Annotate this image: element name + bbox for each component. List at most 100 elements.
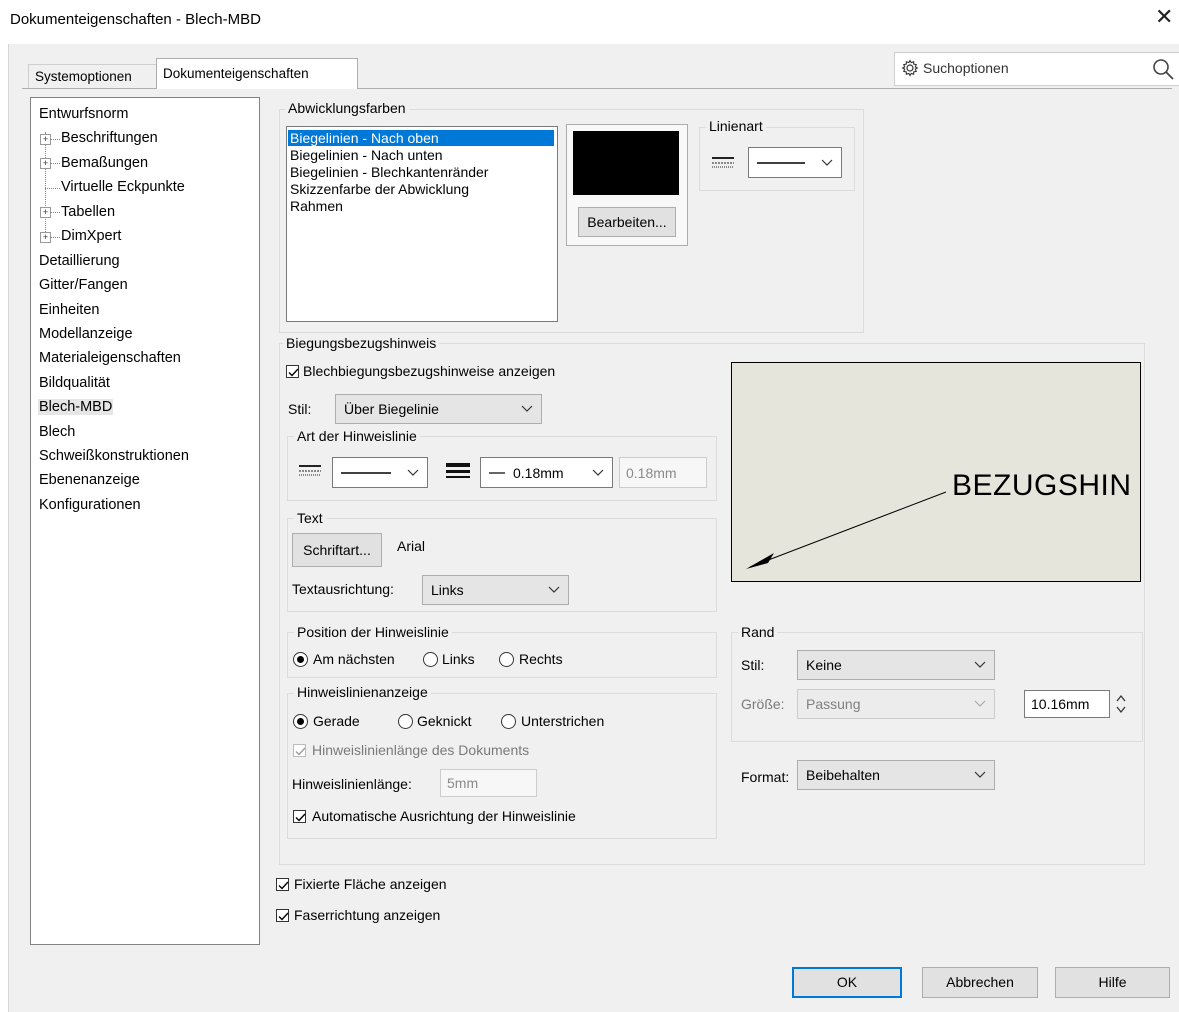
radio-rechts-label[interactable]: Rechts bbox=[519, 651, 563, 667]
list-item[interactable]: Biegelinien - Nach unten bbox=[290, 147, 443, 163]
tree-item-entwurfsnorm[interactable]: Entwurfsnorm bbox=[39, 106, 128, 122]
tree-connector bbox=[50, 212, 60, 213]
expand-icon[interactable]: + bbox=[40, 134, 51, 145]
leader-length-input[interactable]: 5mm bbox=[440, 769, 537, 797]
linestyle-icon bbox=[712, 157, 734, 168]
tree-item-schweisskonstruktionen[interactable]: Schweißkonstruktionen bbox=[39, 448, 189, 464]
radio-rechts[interactable] bbox=[499, 652, 514, 667]
radio-gerade-label[interactable]: Gerade bbox=[313, 713, 360, 729]
fixed-face-checkbox[interactable] bbox=[276, 878, 289, 891]
tree-item-bemassungen[interactable]: Bemaßungen bbox=[61, 155, 148, 171]
linestyle-icon bbox=[299, 465, 321, 476]
auto-align-label[interactable]: Automatische Ausrichtung der Hinweislini… bbox=[312, 808, 576, 824]
tree-connector bbox=[50, 163, 60, 164]
tree-item-bildqualitaet[interactable]: Bildqualität bbox=[39, 375, 110, 391]
preview-note-text: BEZUGSHIN bbox=[952, 469, 1132, 502]
spinner-icon[interactable] bbox=[1114, 692, 1128, 716]
border-size-select[interactable]: Passung bbox=[797, 689, 995, 719]
edit-color-button[interactable]: Bearbeiten... bbox=[578, 207, 676, 237]
tree-item-virtuelle-eckpunkte[interactable]: Virtuelle Eckpunkte bbox=[61, 179, 185, 195]
leader-type-label: Art der Hinweislinie bbox=[294, 428, 420, 444]
chevron-down-icon bbox=[407, 469, 419, 476]
tree-item-gitter-fangen[interactable]: Gitter/Fangen bbox=[39, 277, 128, 293]
tree-item-materialeigenschaften[interactable]: Materialeigenschaften bbox=[39, 350, 181, 366]
auto-align-checkbox[interactable] bbox=[293, 810, 306, 823]
help-button[interactable]: Hilfe bbox=[1055, 967, 1170, 998]
border-size-number: 10.16mm bbox=[1031, 696, 1090, 712]
radio-gerade[interactable] bbox=[293, 714, 308, 729]
list-item[interactable]: Biegelinien - Nach oben bbox=[288, 130, 554, 146]
line-weight-icon bbox=[446, 463, 470, 478]
list-item[interactable]: Skizzenfarbe der Abwicklung bbox=[290, 181, 469, 197]
tab-systemoptionen[interactable]: Systemoptionen bbox=[28, 64, 166, 89]
checkmark-icon bbox=[295, 747, 306, 756]
border-group bbox=[731, 632, 1143, 742]
tree-item-detaillierung[interactable]: Detaillierung bbox=[39, 253, 120, 269]
radio-geknickt-label[interactable]: Geknickt bbox=[417, 713, 471, 729]
line-weight-custom-input[interactable]: 0.18mm bbox=[619, 457, 707, 488]
format-select[interactable]: Beibehalten bbox=[797, 760, 995, 790]
ok-button[interactable]: OK bbox=[792, 967, 902, 998]
expand-icon[interactable]: + bbox=[40, 158, 51, 169]
tree-item-tabellen[interactable]: Tabellen bbox=[61, 204, 115, 220]
show-bend-notes-label[interactable]: Blechbiegungsbezugshinweise anzeigen bbox=[303, 363, 555, 379]
flat-colors-label: Abwicklungsfarben bbox=[285, 100, 409, 116]
checkmark-icon bbox=[278, 881, 289, 890]
linetype-select[interactable] bbox=[748, 147, 842, 178]
radio-unterstrichen[interactable] bbox=[501, 714, 516, 729]
font-button[interactable]: Schriftart... bbox=[292, 533, 382, 567]
radio-links-label[interactable]: Links bbox=[442, 651, 475, 667]
close-icon[interactable]: ✕ bbox=[1155, 4, 1173, 30]
cancel-button[interactable]: Abbrechen bbox=[922, 967, 1038, 998]
expand-icon[interactable]: + bbox=[40, 207, 51, 218]
grain-direction-label[interactable]: Faserrichtung anzeigen bbox=[294, 907, 440, 923]
tree-item-modellanzeige[interactable]: Modellanzeige bbox=[39, 326, 133, 342]
doc-leader-length-label[interactable]: Hinweislinienlänge des Dokuments bbox=[312, 742, 529, 758]
leader-linetype-select[interactable] bbox=[332, 457, 428, 488]
tree-item-blech-mbd[interactable]: Blech-MBD bbox=[38, 399, 114, 415]
font-name: Arial bbox=[397, 538, 426, 554]
style-label: Stil: bbox=[288, 401, 312, 417]
chevron-down-icon bbox=[521, 405, 533, 412]
style-select-value: Über Biegelinie bbox=[344, 401, 439, 417]
fixed-face-label[interactable]: Fixierte Fläche anzeigen bbox=[294, 876, 447, 892]
show-bend-notes-checkbox[interactable] bbox=[286, 365, 299, 378]
tree-item-ebenenanzeige[interactable]: Ebenenanzeige bbox=[39, 472, 140, 488]
tree-item-einheiten[interactable]: Einheiten bbox=[39, 302, 99, 318]
solid-line-icon bbox=[341, 472, 391, 474]
doc-leader-length-checkbox[interactable] bbox=[293, 744, 306, 757]
line-weight-custom-value: 0.18mm bbox=[626, 464, 677, 481]
list-item[interactable]: Biegelinien - Blechkantenränder bbox=[290, 164, 488, 180]
solid-line-icon bbox=[757, 162, 805, 164]
chevron-down-icon bbox=[821, 159, 833, 166]
radio-unterstrichen-label[interactable]: Unterstrichen bbox=[521, 713, 604, 729]
line-weight-value: 0.18mm bbox=[513, 464, 564, 481]
search-box[interactable]: Suchoptionen bbox=[894, 52, 1179, 86]
grain-direction-checkbox[interactable] bbox=[276, 909, 289, 922]
tree-item-dimxpert[interactable]: DimXpert bbox=[61, 228, 121, 244]
list-item[interactable]: Rahmen bbox=[290, 198, 343, 214]
options-tree[interactable]: Entwurfsnorm + + + + Beschriftungen Bema… bbox=[30, 97, 260, 945]
radio-am-naechsten[interactable] bbox=[293, 652, 308, 667]
border-style-value: Keine bbox=[806, 657, 842, 673]
radio-am-naechsten-label[interactable]: Am nächsten bbox=[313, 651, 395, 667]
window-title: Dokumenteigenschaften - Blech-MBD bbox=[10, 11, 261, 28]
leader-position-label: Position der Hinweislinie bbox=[294, 624, 452, 640]
flat-colors-list[interactable]: Biegelinien - Nach oben Biegelinien - Na… bbox=[286, 126, 558, 322]
radio-geknickt[interactable] bbox=[398, 714, 413, 729]
style-select[interactable]: Über Biegelinie bbox=[335, 394, 542, 424]
border-size-input[interactable]: 10.16mm bbox=[1024, 690, 1110, 718]
search-icon[interactable] bbox=[1151, 57, 1175, 81]
tree-item-konfigurationen[interactable]: Konfigurationen bbox=[39, 497, 141, 513]
radio-dot bbox=[297, 656, 304, 663]
tree-item-blech[interactable]: Blech bbox=[39, 424, 75, 440]
tree-item-beschriftungen[interactable]: Beschriftungen bbox=[61, 130, 158, 146]
tab-dokumenteigenschaften[interactable]: Dokumenteigenschaften bbox=[156, 58, 358, 89]
border-style-select[interactable]: Keine bbox=[797, 650, 995, 680]
radio-links[interactable] bbox=[423, 652, 438, 667]
expand-icon[interactable]: + bbox=[40, 232, 51, 243]
tree-connector bbox=[45, 188, 60, 189]
format-value: Beibehalten bbox=[806, 767, 880, 783]
line-weight-select[interactable]: 0.18mm bbox=[480, 457, 613, 488]
text-align-select[interactable]: Links bbox=[422, 575, 569, 605]
